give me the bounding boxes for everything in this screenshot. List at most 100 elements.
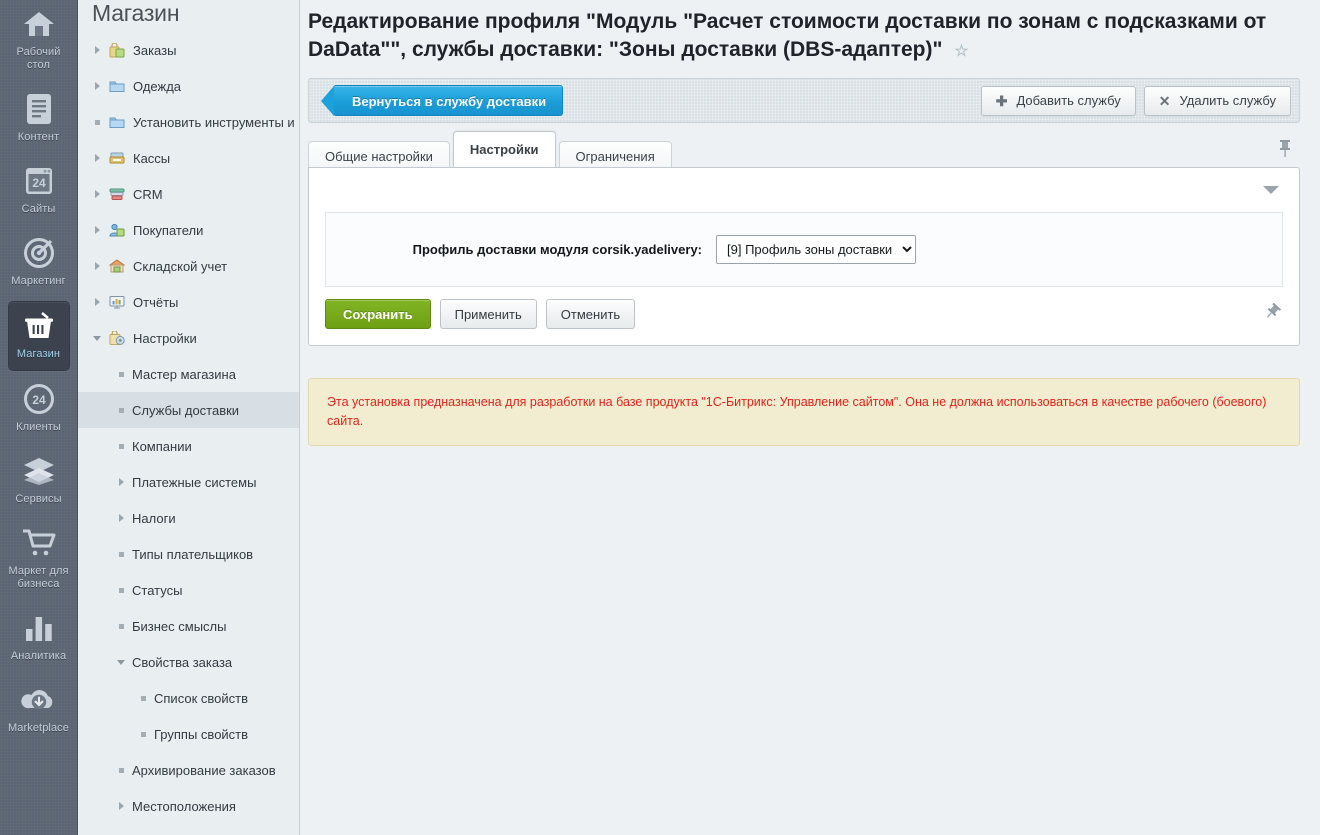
bullet-icon	[114, 547, 128, 561]
chevron-right-icon[interactable]	[90, 151, 104, 165]
svg-text:24: 24	[32, 176, 46, 190]
profile-field-row: Профиль доставки модуля corsik.yadeliver…	[325, 212, 1283, 287]
chevron-right-icon[interactable]	[90, 43, 104, 57]
tree-node-label: Мастер магазина	[132, 367, 236, 382]
bullet-icon	[90, 115, 104, 129]
tree-node[interactable]: Бизнес смыслы	[78, 608, 299, 644]
tree-node[interactable]: Покупатели	[78, 212, 299, 248]
tree-node-label: Местоположения	[132, 799, 236, 814]
tree-node[interactable]: Архивирование заказов	[78, 752, 299, 788]
rail-item-маркетинг[interactable]: Маркетинг	[8, 229, 70, 297]
favorite-star-icon[interactable]: ☆	[954, 43, 968, 60]
tree-node-label: Одежда	[133, 79, 181, 94]
bullet-icon	[114, 583, 128, 597]
bullet-icon	[114, 403, 128, 417]
rail-item-label: Рабочий стол	[8, 46, 70, 72]
tree-node[interactable]: Интеграция с 1С	[78, 824, 299, 835]
cancel-button[interactable]: Отменить	[546, 299, 635, 329]
tree-node[interactable]: Складской учет	[78, 248, 299, 284]
page-title-text: Редактирование профиля "Модуль "Расчет с…	[308, 10, 1266, 61]
tab-1[interactable]: Настройки	[453, 131, 556, 167]
chevron-down-icon[interactable]	[1263, 186, 1279, 194]
panel-collapse-row	[309, 168, 1299, 212]
folder-icon	[108, 78, 126, 94]
tree-sidebar: Магазин Заказы Одежда Установить инструмен…	[78, 0, 300, 835]
tree-node[interactable]: Типы плательщиков	[78, 536, 299, 572]
tree-node-label: Настройки	[133, 331, 197, 346]
tree-node[interactable]: Одежда	[78, 68, 299, 104]
tree-node-label: Компании	[132, 439, 192, 454]
tree-node-label: CRM	[133, 187, 163, 202]
rail-item-рабочий-стол[interactable]: Рабочий стол	[8, 0, 70, 81]
tree-node[interactable]: Заказы	[78, 32, 299, 68]
orders-icon	[108, 42, 126, 58]
dev-install-warning: Эта установка предназначена для разработ…	[308, 378, 1300, 446]
save-button[interactable]: Сохранить	[325, 299, 431, 329]
rail-item-клиенты[interactable]: 24Клиенты	[8, 375, 70, 443]
target-icon	[21, 236, 57, 270]
tree-node-label: Список свойств	[154, 691, 248, 706]
tree-node-label: Службы доставки	[132, 403, 239, 418]
cloud-download-icon	[21, 683, 57, 717]
tree-node[interactable]: Установить инструменты и	[78, 104, 299, 140]
form-actions: Сохранить Применить Отменить	[309, 287, 1299, 345]
chevron-right-icon[interactable]	[90, 295, 104, 309]
tree-node[interactable]: Мастер магазина	[78, 356, 299, 392]
tree-node[interactable]: Группы свойств	[78, 716, 299, 752]
pin-actions-icon[interactable]	[1263, 303, 1281, 326]
delete-service-label: Удалить службу	[1180, 93, 1276, 108]
rail-item-аналитика[interactable]: Аналитика	[8, 604, 70, 672]
delivery-profile-select[interactable]: [9] Профиль зоны доставки	[716, 235, 916, 264]
rail-item-сайты[interactable]: 24 Сайты	[8, 157, 70, 225]
chevron-right-icon[interactable]	[114, 511, 128, 525]
rail-item-label: Marketplace	[8, 722, 69, 735]
rail-item-marketplace[interactable]: Marketplace	[8, 676, 70, 744]
admin-page: Рабочий стол Контент 24 Сайты Маркетинг Магаз…	[0, 0, 1320, 835]
chevron-right-icon[interactable]	[90, 187, 104, 201]
rail-item-контент[interactable]: Контент	[8, 85, 70, 153]
document-icon	[21, 92, 57, 126]
rail-item-маркет-для-бизнеса[interactable]: Маркет для бизнеса	[8, 519, 70, 600]
rail-item-label: Магазин	[17, 348, 60, 361]
bullet-icon	[136, 691, 150, 705]
chevron-right-icon[interactable]	[114, 799, 128, 813]
tree-node[interactable]: CRM	[78, 176, 299, 212]
tree-node-label: Установить инструменты и	[133, 115, 295, 130]
rail-item-магазин[interactable]: Магазин	[8, 301, 70, 371]
rail-item-label: Маркетинг	[11, 275, 65, 288]
rail-item-label: Сайты	[22, 203, 56, 216]
tree-node[interactable]: Платежные системы	[78, 464, 299, 500]
settings-icon	[108, 330, 126, 346]
toolbar-right-group: ✚ Добавить службу ✕ Удалить службу	[981, 86, 1291, 116]
buyers-icon	[108, 222, 126, 238]
chevron-down-icon[interactable]	[90, 331, 104, 345]
pin-tabs-icon[interactable]	[1278, 139, 1292, 164]
tree-node[interactable]: Службы доставки	[78, 392, 299, 428]
tree-title: Магазин	[78, 0, 299, 32]
chevron-right-icon[interactable]	[114, 475, 128, 489]
chevron-right-icon[interactable]	[90, 79, 104, 93]
warehouse-icon	[108, 258, 126, 274]
tree-node[interactable]: Отчёты	[78, 284, 299, 320]
rail-item-сервисы[interactable]: Сервисы	[8, 447, 70, 515]
tree-node[interactable]: Кассы	[78, 140, 299, 176]
bullet-icon	[114, 619, 128, 633]
tree-node[interactable]: Местоположения	[78, 788, 299, 824]
chevron-right-icon[interactable]	[90, 223, 104, 237]
bullet-icon	[114, 763, 128, 777]
chevron-down-icon[interactable]	[114, 655, 128, 669]
add-service-button[interactable]: ✚ Добавить службу	[981, 86, 1136, 116]
plus-icon: ✚	[996, 94, 1008, 108]
tree-node[interactable]: Список свойств	[78, 680, 299, 716]
tree-node[interactable]: Статусы	[78, 572, 299, 608]
delete-service-button[interactable]: ✕ Удалить службу	[1144, 86, 1291, 116]
tree-node[interactable]: Свойства заказа	[78, 644, 299, 680]
apply-button[interactable]: Применить	[440, 299, 537, 329]
tree-node[interactable]: Налоги	[78, 500, 299, 536]
tree-node-label: Группы свойств	[154, 727, 248, 742]
back-to-delivery-service-button[interactable]: Вернуться в службу доставки	[333, 85, 563, 116]
tree-node[interactable]: Компании	[78, 428, 299, 464]
chevron-right-icon[interactable]	[90, 259, 104, 273]
tree-node[interactable]: Настройки	[78, 320, 299, 356]
add-service-label: Добавить службу	[1016, 93, 1120, 108]
